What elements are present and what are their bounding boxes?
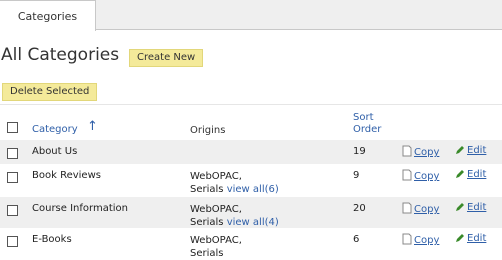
origins-line2: Serials	[190, 248, 224, 259]
edit-link[interactable]: Edit	[455, 145, 486, 156]
view-all-link[interactable]: view all(4)	[227, 217, 279, 228]
category-name: Course Information	[32, 203, 128, 214]
edit-link[interactable]: Edit	[455, 202, 486, 213]
sort-order-label-line1: Sort	[353, 112, 374, 123]
copy-link[interactable]: Copy	[402, 233, 439, 246]
table-header: Category ↑ Origins Sort Order	[0, 106, 502, 140]
sort-order-column-header[interactable]: Sort Order	[353, 112, 381, 136]
copy-label: Copy	[414, 235, 440, 246]
origins-cell: WebOPAC, Serials	[190, 234, 242, 260]
create-new-button[interactable]: Create New	[129, 49, 204, 67]
pencil-edit-icon	[456, 146, 464, 154]
tab-categories[interactable]: Categories	[0, 0, 96, 31]
origins-column-header: Origins	[190, 125, 226, 136]
origins-line2: Serials	[190, 184, 224, 195]
table-row: Course Information WebOPAC, Serials view…	[0, 197, 502, 228]
copy-link[interactable]: Copy	[402, 202, 439, 215]
row-checkbox[interactable]	[7, 172, 18, 183]
origins-cell: WebOPAC, Serials view all(4)	[190, 203, 279, 229]
table-row: E-Books WebOPAC, Serials 6 Copy Edit	[0, 228, 502, 260]
select-all-checkbox[interactable]	[7, 122, 18, 133]
copy-link[interactable]: Copy	[402, 145, 439, 158]
view-all-link[interactable]: view all(6)	[227, 184, 279, 195]
origins-line1: WebOPAC,	[190, 235, 242, 246]
category-column-header[interactable]: Category	[32, 124, 78, 135]
delete-selected-button[interactable]: Delete Selected	[2, 83, 98, 101]
table-row: About Us 19 Copy Edit	[0, 140, 502, 164]
pencil-edit-icon	[456, 234, 464, 242]
edit-label: Edit	[467, 169, 487, 180]
copy-document-icon	[402, 169, 412, 181]
origins-cell: WebOPAC, Serials view all(6)	[190, 170, 279, 196]
edit-link[interactable]: Edit	[455, 169, 486, 180]
copy-label: Copy	[414, 171, 440, 182]
tab-bar: Categories	[0, 0, 502, 31]
sort-order-label-line2: Order	[353, 124, 382, 135]
edit-label: Edit	[467, 202, 487, 213]
sort-order-value: 6	[353, 234, 360, 245]
sort-order-value: 20	[353, 203, 366, 214]
table-row: Book Reviews WebOPAC, Serials view all(6…	[0, 164, 502, 197]
sort-ascending-arrow-icon[interactable]: ↑	[87, 119, 98, 134]
copy-document-icon	[402, 233, 412, 245]
divider	[0, 104, 502, 105]
origins-line1: WebOPAC,	[190, 204, 242, 215]
copy-label: Copy	[414, 147, 440, 158]
copy-document-icon	[402, 145, 412, 157]
copy-document-icon	[402, 202, 412, 214]
sort-order-value: 19	[353, 146, 366, 157]
row-checkbox[interactable]	[7, 205, 18, 216]
edit-link[interactable]: Edit	[455, 233, 486, 244]
edit-label: Edit	[467, 233, 487, 244]
pencil-edit-icon	[456, 203, 464, 211]
category-name: E-Books	[32, 234, 72, 245]
origins-line1: WebOPAC,	[190, 171, 242, 182]
edit-label: Edit	[467, 145, 487, 156]
row-checkbox[interactable]	[7, 148, 18, 159]
copy-label: Copy	[414, 204, 440, 215]
category-name: About Us	[32, 146, 78, 157]
sort-order-value: 9	[353, 170, 360, 181]
origins-line2: Serials	[190, 217, 224, 228]
category-name: Book Reviews	[32, 170, 101, 181]
page-title: All Categories	[1, 45, 120, 65]
row-checkbox[interactable]	[7, 236, 18, 247]
copy-link[interactable]: Copy	[402, 169, 439, 182]
pencil-edit-icon	[456, 170, 464, 178]
